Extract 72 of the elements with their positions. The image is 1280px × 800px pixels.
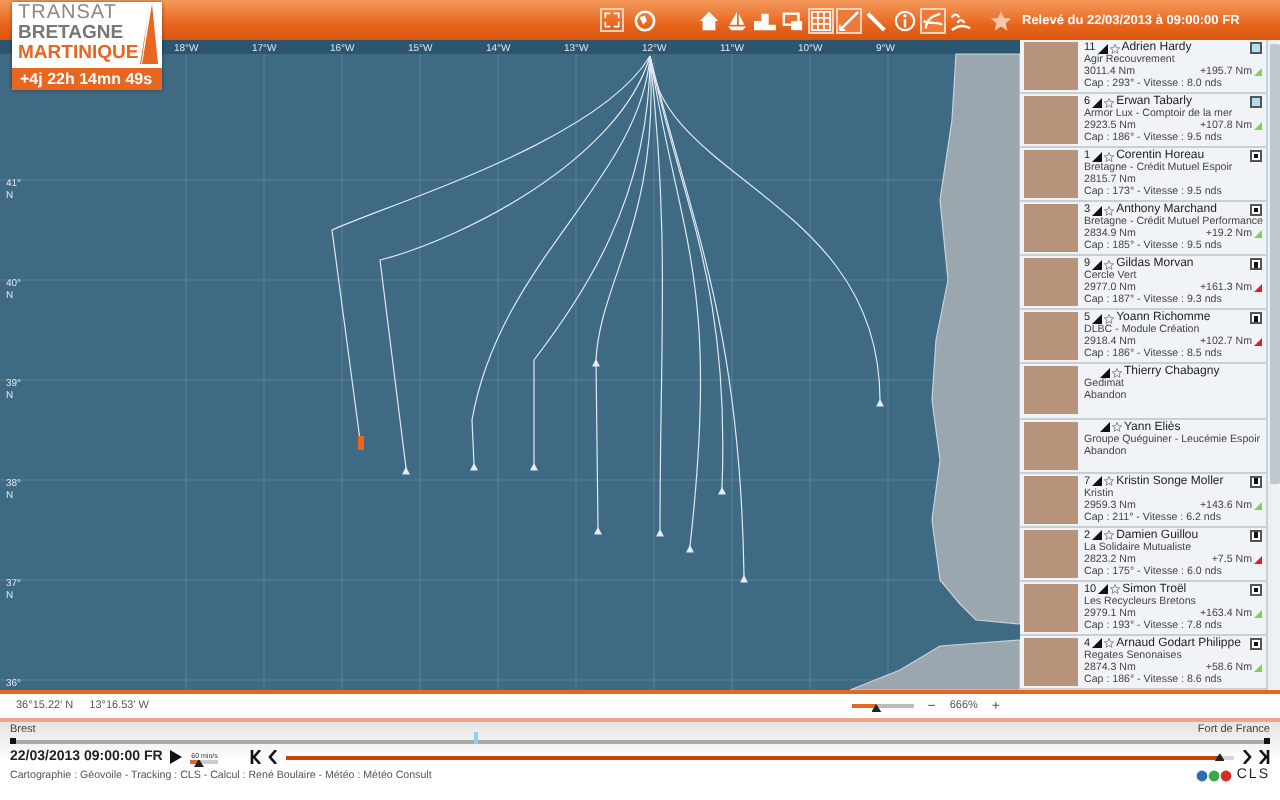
logo-text: BRETAGNE <box>18 24 126 44</box>
globe-tool-button[interactable] <box>632 7 658 33</box>
follow-checkbox[interactable] <box>1250 475 1262 488</box>
grid-tool-button[interactable] <box>808 7 834 33</box>
star-icon[interactable] <box>1104 205 1115 216</box>
follow-checkbox[interactable] <box>1250 258 1262 271</box>
star-icon[interactable] <box>1104 530 1115 541</box>
rank-arrow-icon <box>1092 151 1103 162</box>
elapsed-time: +4j 22h 14mn 49s <box>12 68 163 90</box>
logo-text: MARTINIQUE <box>18 44 139 64</box>
waves-tool-button[interactable] <box>948 7 974 33</box>
rank-arrow-icon <box>1097 43 1108 53</box>
photo-placeholder <box>1024 583 1078 632</box>
star-icon[interactable] <box>1104 638 1115 649</box>
star-icon[interactable] <box>1104 97 1115 108</box>
rank-arrow-icon <box>1092 530 1103 541</box>
slider-handle[interactable] <box>871 704 882 712</box>
photo-placeholder <box>1024 637 1078 686</box>
partner-logo-icon <box>1196 769 1233 781</box>
star-icon[interactable] <box>1110 584 1121 595</box>
play-icon[interactable] <box>170 750 183 764</box>
photo-placeholder <box>1024 96 1078 145</box>
star-icon[interactable] <box>1109 43 1120 53</box>
sail-icon <box>140 4 159 64</box>
skip-start-icon[interactable] <box>250 750 279 764</box>
arrow-icon <box>1100 422 1110 433</box>
photo-placeholder <box>1024 529 1078 578</box>
wind-tool-button[interactable] <box>920 7 946 33</box>
route-tool-button[interactable] <box>836 7 862 33</box>
boat-tool-button[interactable] <box>724 7 750 33</box>
slider-handle[interactable] <box>193 759 204 767</box>
home-tool-button[interactable] <box>696 7 722 33</box>
logo-text: TRANSAT <box>18 4 119 24</box>
photo-placeholder <box>1024 475 1078 524</box>
ruler-tool-button[interactable] <box>864 7 890 33</box>
rank-arrow-icon <box>1098 584 1109 595</box>
star-icon[interactable] <box>1104 259 1115 270</box>
message-tool-button[interactable] <box>780 7 806 33</box>
range-marker[interactable] <box>474 732 479 744</box>
photo-placeholder <box>1024 150 1078 199</box>
follow-checkbox[interactable] <box>1250 96 1262 109</box>
arrow-icon <box>1100 367 1110 378</box>
follow-checkbox[interactable] <box>1250 637 1262 650</box>
skip-end-icon[interactable] <box>1242 750 1270 764</box>
follow-checkbox[interactable] <box>1250 204 1262 217</box>
star-icon[interactable] <box>1104 476 1115 487</box>
follow-checkbox[interactable] <box>1250 312 1262 325</box>
rank-arrow-icon <box>1092 313 1103 324</box>
photo-placeholder <box>1024 366 1078 415</box>
photo-placeholder <box>1024 312 1078 361</box>
rank-arrow-icon <box>1092 638 1103 649</box>
scrollbar[interactable] <box>1266 40 1280 690</box>
photo-placeholder <box>1024 421 1078 470</box>
fullscreen-icon[interactable] <box>600 8 624 32</box>
follow-checkbox[interactable] <box>1250 150 1262 163</box>
slider-handle[interactable] <box>1214 753 1225 761</box>
star-icon[interactable] <box>1104 313 1115 324</box>
info-tool-button[interactable] <box>892 7 918 33</box>
follow-checkbox[interactable] <box>1250 583 1262 596</box>
favorite-tool-button[interactable] <box>988 7 1014 33</box>
rank-arrow-icon <box>1092 476 1103 487</box>
star-icon[interactable] <box>1112 367 1122 378</box>
photo-placeholder <box>1024 204 1078 253</box>
rank-arrow-icon <box>1092 205 1103 216</box>
rank-arrow-icon <box>1092 97 1103 108</box>
rank-arrow-icon <box>1092 259 1103 270</box>
star-icon[interactable] <box>1112 422 1122 433</box>
follow-checkbox[interactable] <box>1250 42 1262 54</box>
star-icon[interactable] <box>1104 151 1115 162</box>
photo-placeholder <box>1024 42 1078 90</box>
photo-placeholder <box>1024 258 1078 307</box>
follow-checkbox[interactable] <box>1250 529 1262 542</box>
